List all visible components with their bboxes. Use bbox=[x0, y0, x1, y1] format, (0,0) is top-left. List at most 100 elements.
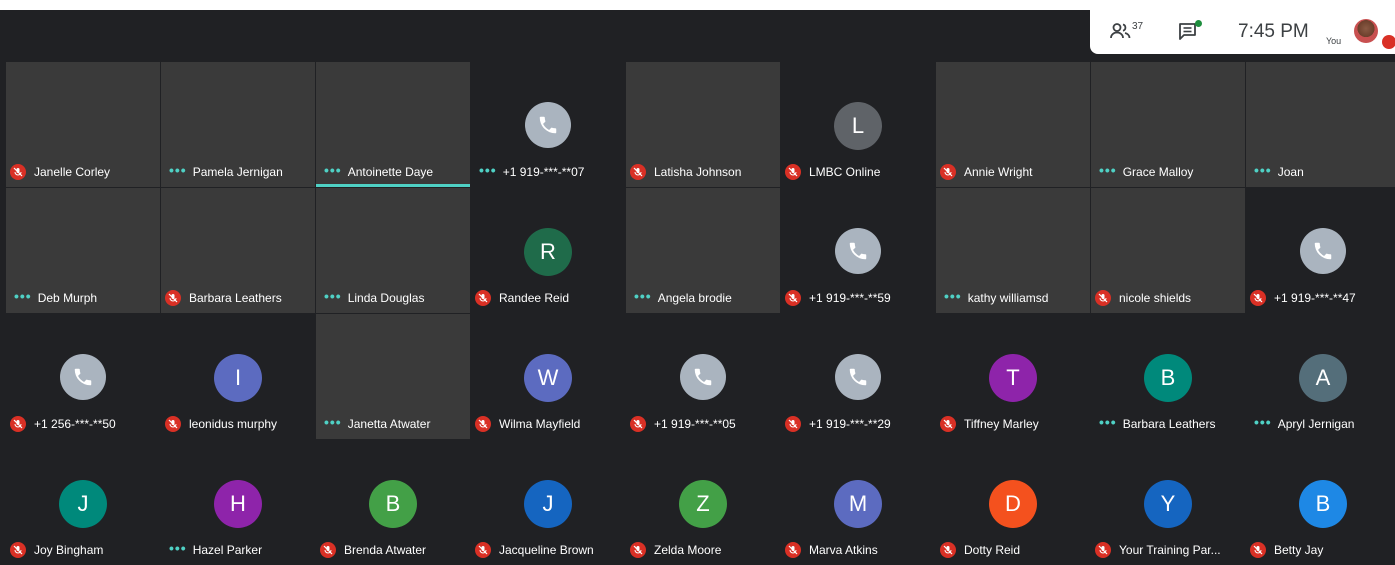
participant-tile[interactable]: W Wilma Mayfield bbox=[471, 314, 625, 439]
participant-tile[interactable]: +1 919-***-**47 bbox=[1246, 188, 1395, 313]
participant-tile[interactable]: Z Zelda Moore bbox=[626, 440, 780, 565]
audio-activity-icon: ••• bbox=[169, 540, 187, 556]
participant-tile[interactable]: ••• +1 919-***-**07 bbox=[471, 62, 625, 187]
audio-activity-icon: ••• bbox=[324, 288, 342, 304]
mic-off-icon bbox=[630, 416, 646, 432]
audio-activity-icon: ••• bbox=[634, 288, 652, 304]
participant-tile[interactable]: M Marva Atkins bbox=[781, 440, 935, 565]
participant-tile[interactable]: A ••• Apryl Jernigan bbox=[1246, 314, 1395, 439]
participant-name: Joy Bingham bbox=[34, 543, 104, 557]
participant-tile[interactable]: ••• Joan bbox=[1246, 62, 1395, 187]
mic-off-icon bbox=[1250, 290, 1266, 306]
participant-name: kathy williamsd bbox=[967, 291, 1049, 305]
participant-tile[interactable]: Ileonidus murphy bbox=[161, 314, 315, 439]
participant-name: +1 256-***-**50 bbox=[34, 417, 116, 431]
phone-icon bbox=[835, 228, 881, 274]
participant-avatar: B bbox=[1144, 354, 1192, 402]
participant-tile[interactable]: ••• Pamela Jernigan bbox=[161, 62, 315, 187]
mic-off-icon bbox=[785, 542, 801, 558]
participant-name: Annie Wright bbox=[964, 165, 1033, 179]
participant-tile[interactable]: Y Your Training Par... bbox=[1091, 440, 1245, 565]
audio-activity-icon: ••• bbox=[1254, 162, 1272, 178]
participant-nameplate: Zelda Moore bbox=[630, 541, 721, 559]
participant-name: +1 919-***-**07 bbox=[502, 165, 585, 179]
mic-off-icon bbox=[940, 416, 956, 432]
participant-nameplate: ••• Angela brodie bbox=[630, 289, 732, 307]
chat-button[interactable] bbox=[1178, 20, 1202, 44]
participant-name: Antoinette Daye bbox=[347, 165, 434, 179]
participant-nameplate: Dotty Reid bbox=[940, 541, 1020, 559]
participant-tile[interactable]: ••• Grace Malloy bbox=[1091, 62, 1245, 187]
mic-off-icon bbox=[10, 542, 26, 558]
participant-name: Grace Malloy bbox=[1122, 165, 1194, 179]
participant-nameplate: ••• Antoinette Daye bbox=[320, 163, 433, 181]
participant-tile[interactable]: Latisha Johnson bbox=[626, 62, 780, 187]
meeting-info-panel: 37 7:45 PM You bbox=[1090, 10, 1395, 54]
mic-off-icon bbox=[630, 164, 646, 180]
participant-name: +1 919-***-**59 bbox=[809, 291, 891, 305]
audio-activity-icon: ••• bbox=[1254, 414, 1272, 430]
participant-nameplate: ••• kathy williamsd bbox=[940, 289, 1048, 307]
participant-tile[interactable]: D Dotty Reid bbox=[936, 440, 1090, 565]
participant-nameplate: ••• Janetta Atwater bbox=[320, 415, 430, 433]
participant-avatar: J bbox=[59, 480, 107, 528]
participant-name: Pamela Jernigan bbox=[192, 165, 283, 179]
participant-tile[interactable]: Janelle Corley bbox=[6, 62, 160, 187]
participant-name: Janetta Atwater bbox=[347, 417, 431, 431]
participant-avatar: D bbox=[989, 480, 1037, 528]
participant-name: Brenda Atwater bbox=[344, 543, 427, 557]
participant-tile[interactable]: ••• Janetta Atwater bbox=[316, 314, 470, 439]
participant-tile[interactable]: +1 919-***-**05 bbox=[626, 314, 780, 439]
participant-tile[interactable]: ••• Deb Murph bbox=[6, 188, 160, 313]
participant-name: nicole shields bbox=[1119, 291, 1192, 305]
participant-tile[interactable]: +1 256-***-**50 bbox=[6, 314, 160, 439]
participant-tile[interactable]: Annie Wright bbox=[936, 62, 1090, 187]
participant-tile[interactable]: B ••• Barbara Leathers bbox=[1091, 314, 1245, 439]
participant-tile[interactable]: +1 919-***-**29 bbox=[781, 314, 935, 439]
participant-tile[interactable]: T Tiffney Marley bbox=[936, 314, 1090, 439]
participant-tile[interactable]: nicole shields bbox=[1091, 188, 1245, 313]
participant-name: Hazel Parker bbox=[192, 543, 263, 557]
participant-tile[interactable]: B Betty Jay bbox=[1246, 440, 1395, 565]
phone-icon bbox=[525, 102, 571, 148]
self-mute-indicator-icon bbox=[1382, 35, 1395, 49]
participant-name: Latisha Johnson bbox=[654, 165, 742, 179]
participant-avatar: B bbox=[1299, 480, 1347, 528]
participant-tile[interactable]: J Joy Bingham bbox=[6, 440, 160, 565]
participant-nameplate: ••• Joan bbox=[1250, 163, 1304, 181]
self-label: You bbox=[1326, 36, 1342, 46]
participant-tile[interactable]: B Brenda Atwater bbox=[316, 440, 470, 565]
participant-tile[interactable]: J Jacqueline Brown bbox=[471, 440, 625, 565]
participant-tile[interactable]: ••• Antoinette Daye bbox=[316, 62, 470, 187]
participant-tile[interactable]: R Randee Reid bbox=[471, 188, 625, 313]
participant-tile[interactable]: L LMBC Online bbox=[781, 62, 935, 187]
participant-tile[interactable]: H ••• Hazel Parker bbox=[161, 440, 315, 565]
mic-off-icon bbox=[785, 290, 801, 306]
mic-off-icon bbox=[940, 164, 956, 180]
audio-activity-icon: ••• bbox=[14, 288, 32, 304]
participant-name: Barbara Leathers bbox=[189, 291, 282, 305]
participant-name: Marva Atkins bbox=[809, 543, 878, 557]
participant-nameplate: ••• Barbara Leathers bbox=[1095, 415, 1215, 433]
self-avatar[interactable] bbox=[1354, 19, 1378, 43]
participant-nameplate: +1 919-***-**05 bbox=[630, 415, 736, 433]
participant-tile[interactable]: ••• Linda Douglas bbox=[316, 188, 470, 313]
participant-tile[interactable]: +1 919-***-**59 bbox=[781, 188, 935, 313]
participant-name: +1 919-***-**05 bbox=[654, 417, 736, 431]
audio-activity-icon: ••• bbox=[1099, 162, 1117, 178]
people-icon bbox=[1110, 23, 1131, 39]
participant-avatar: T bbox=[989, 354, 1037, 402]
participant-avatar: A bbox=[1299, 354, 1347, 402]
mic-off-icon bbox=[940, 542, 956, 558]
participant-tile[interactable]: ••• Angela brodie bbox=[626, 188, 780, 313]
participant-tile[interactable]: Barbara Leathers bbox=[161, 188, 315, 313]
participant-name: Tiffney Marley bbox=[964, 417, 1039, 431]
participant-nameplate: leonidus murphy bbox=[165, 415, 277, 433]
participant-nameplate: +1 256-***-**50 bbox=[10, 415, 116, 433]
participant-name: Linda Douglas bbox=[347, 291, 425, 305]
audio-activity-icon: ••• bbox=[1099, 414, 1117, 430]
participants-button[interactable]: 37 bbox=[1110, 21, 1143, 43]
participant-nameplate: ••• Grace Malloy bbox=[1095, 163, 1193, 181]
participant-tile[interactable]: ••• kathy williamsd bbox=[936, 188, 1090, 313]
participant-nameplate: nicole shields bbox=[1095, 289, 1191, 307]
